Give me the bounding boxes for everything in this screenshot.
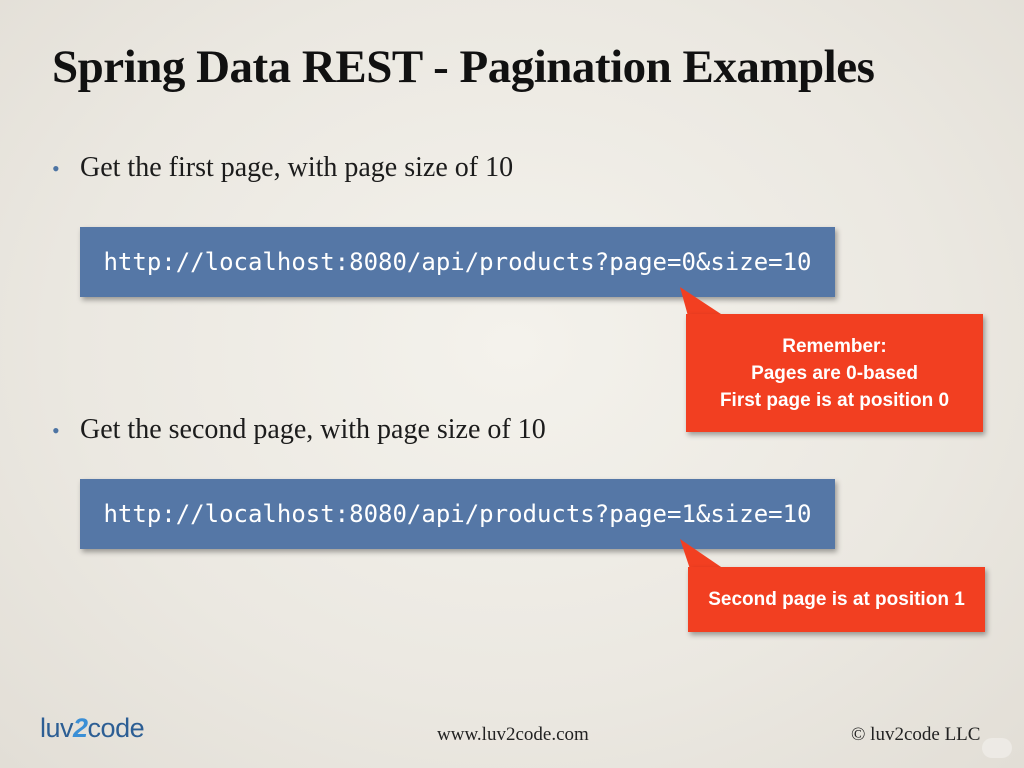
callout-first-page: Remember: Pages are 0-based First page i…: [686, 314, 983, 432]
bullet-first-page: • Get the first page, with page size of …: [52, 152, 513, 184]
footer-copyright: © luv2code LLC: [851, 724, 981, 745]
footer-website: www.luv2code.com: [437, 724, 589, 745]
bullet-dot-icon: •: [52, 156, 60, 181]
bullet-second-page: • Get the second page, with page size of…: [52, 414, 546, 446]
logo-text-pre: luv: [40, 713, 74, 743]
logo-text-num: 2: [73, 713, 88, 743]
bullet-dot-icon: •: [52, 418, 60, 443]
bullet-text: Get the second page, with page size of 1…: [80, 414, 546, 445]
callout-line: First page is at position 0: [719, 389, 950, 411]
callout-line: Second page is at position 1: [708, 589, 965, 610]
url-text: http://localhost:8080/api/products?page=…: [103, 248, 812, 276]
callout-second-page: Second page is at position 1: [688, 567, 985, 632]
url-text: http://localhost:8080/api/products?page=…: [103, 500, 812, 528]
callout-line: Remember:: [782, 335, 887, 357]
bullet-text: Get the first page, with page size of 10: [80, 152, 514, 183]
slide: Spring Data REST - Pagination Examples •…: [0, 0, 1024, 768]
slide-title: Spring Data REST - Pagination Examples: [52, 41, 875, 93]
callout-line: Pages are 0-based: [751, 362, 918, 384]
logo-text-post: code: [87, 713, 145, 743]
watermark-icon: [982, 738, 1012, 758]
luv2code-logo: luv2code: [40, 713, 145, 744]
